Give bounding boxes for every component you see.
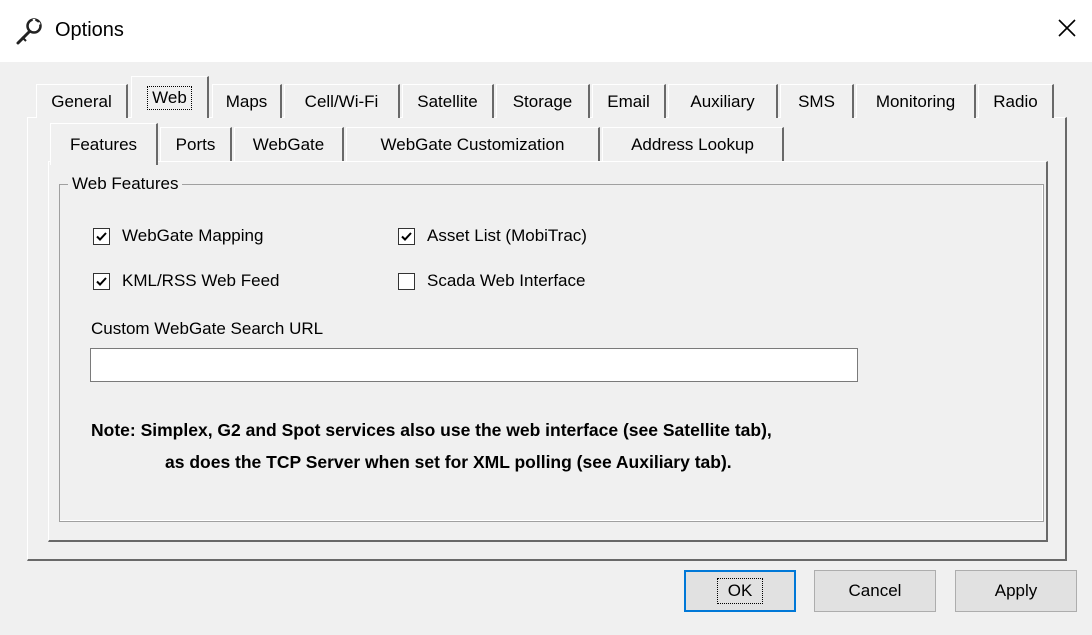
cancel-button[interactable]: Cancel [814,570,936,612]
tab-web[interactable]: Web [131,76,209,118]
note-line-2: as does the TCP Server when set for XML … [165,452,732,472]
tab-satellite[interactable]: Satellite [402,84,494,118]
checkmark-icon [401,231,412,241]
webgate-mapping-checkbox[interactable]: WebGate Mapping [93,226,263,246]
wrench-key-icon [14,17,44,47]
tab-storage[interactable]: Storage [496,84,590,118]
checkmark-icon [96,231,107,241]
tab-maps[interactable]: Maps [212,84,282,118]
checkbox-box[interactable] [93,227,110,245]
checkbox-box[interactable] [398,272,415,290]
window-title: Options [55,19,124,41]
subtab-features[interactable]: Features [50,123,158,165]
ok-button[interactable]: OK [684,570,796,612]
close-button[interactable] [1046,8,1088,52]
search-url-label: Custom WebGate Search URL [91,319,324,338]
tab-monitoring[interactable]: Monitoring [856,84,976,118]
tab-auxiliary[interactable]: Auxiliary [668,84,778,118]
close-icon [1057,18,1077,43]
checkmark-icon [96,276,107,286]
tab-sms[interactable]: SMS [780,84,854,118]
scada-web-interface-checkbox[interactable]: Scada Web Interface [398,271,585,291]
tab-email[interactable]: Email [592,84,666,118]
tab-cell-wifi[interactable]: Cell/Wi-Fi [284,84,400,118]
title-bar: Options [0,0,1092,62]
tab-radio[interactable]: Radio [978,84,1054,118]
note-line-1: Note: Simplex, G2 and Spot services also… [91,420,772,440]
asset-list-checkbox[interactable]: Asset List (MobiTrac) [398,226,587,246]
note-text: Note: Simplex, G2 and Spot services also… [91,414,1031,478]
search-url-input[interactable] [90,348,858,382]
subtab-webgate-customization[interactable]: WebGate Customization [346,127,600,161]
checkbox-box[interactable] [398,227,415,245]
checkbox-box[interactable] [93,272,110,290]
tab-general[interactable]: General [36,84,128,118]
subtab-ports[interactable]: Ports [160,127,232,161]
subtab-address-lookup[interactable]: Address Lookup [602,127,784,161]
kml-rss-feed-checkbox[interactable]: KML/RSS Web Feed [93,271,279,291]
apply-button[interactable]: Apply [955,570,1077,612]
group-label: Web Features [68,174,183,194]
subtab-webgate[interactable]: WebGate [234,127,344,161]
